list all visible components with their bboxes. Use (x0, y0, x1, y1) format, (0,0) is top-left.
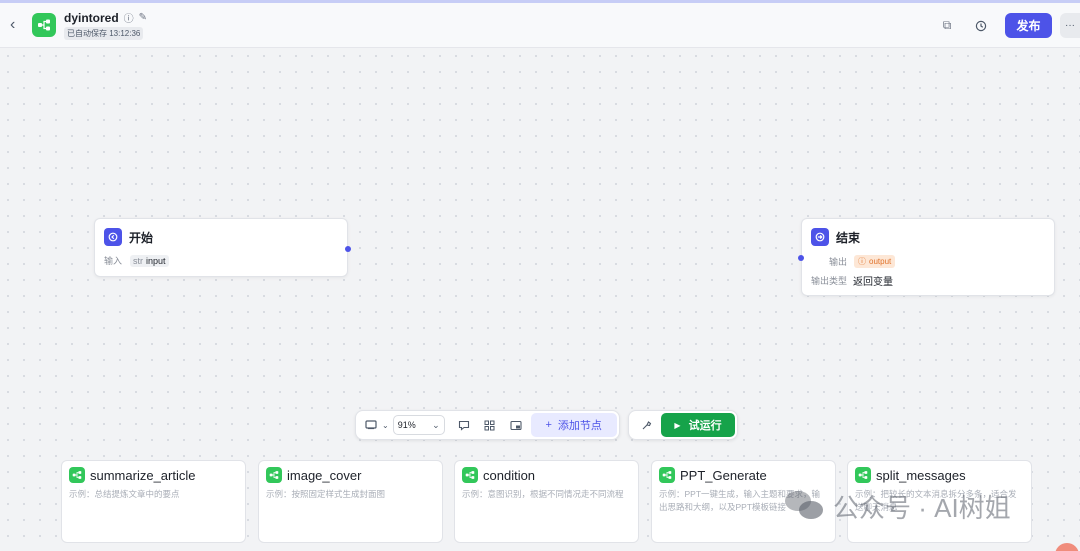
workflow-icon (659, 467, 675, 483)
more-button[interactable]: ··· (1060, 13, 1080, 38)
start-output-port[interactable] (345, 246, 351, 252)
add-node-label: 添加节点 (557, 420, 602, 432)
start-icon (104, 228, 122, 246)
header-actions: ⧉ 发布 ··· (937, 3, 1080, 48)
template-card-desc: 示例：总结提炼文章中的要点 (69, 489, 180, 499)
workflow-icon (462, 467, 478, 483)
app-name: dyintored (64, 10, 119, 25)
start-input-name: input (146, 255, 166, 266)
start-node[interactable]: 开始 输入 str input (94, 218, 351, 277)
copy-icon[interactable]: ⧉ (937, 16, 957, 36)
template-card-title: split_messages (876, 467, 966, 483)
template-card-title: condition (483, 467, 536, 483)
debug-icon[interactable] (637, 416, 655, 434)
workflow-icon (266, 467, 282, 483)
end-output-type-label: 输出类型 (811, 276, 848, 286)
test-run-button[interactable]: ▶ 试运行 (661, 413, 735, 437)
start-input-pill: str input (130, 254, 169, 267)
run-toolbar: ▶ 试运行 (628, 410, 738, 440)
chevron-down-icon: ⌄ (432, 419, 440, 430)
publish-button[interactable]: 发布 (1005, 13, 1052, 38)
end-output-pill: ⓘ output (854, 255, 896, 268)
watermark: 公众号 · AI树姐 (785, 488, 1011, 525)
template-card[interactable]: image_cover 示例：按照固定样式生成封面图 (258, 460, 443, 543)
header-bar: ‹ dyintored ⓘ ✎ 已自动保存 13:12:36 ⧉ 发布 ··· (0, 3, 1080, 48)
warning-icon: ⓘ (858, 257, 867, 266)
template-card[interactable]: condition 示例：意图识别，根据不同情况走不同流程 (454, 460, 639, 543)
canvas-mode-select[interactable]: ⌄ (362, 416, 389, 434)
layout-icon[interactable] (481, 416, 499, 434)
play-icon: ▶ (674, 420, 681, 430)
template-card[interactable]: summarize_article 示例：总结提炼文章中的要点 (61, 460, 246, 543)
plus-icon: + (545, 419, 552, 431)
edit-icon[interactable]: ✎ (139, 12, 147, 23)
template-card-title: image_cover (287, 467, 362, 483)
template-card-desc: 示例：意图识别，根据不同情况走不同流程 (462, 489, 624, 499)
workflow-icon (855, 467, 871, 483)
chevron-left-icon[interactable]: ‹ (10, 17, 24, 33)
history-icon[interactable] (971, 16, 991, 36)
start-input-label: 输入 (104, 256, 123, 266)
minimap-icon[interactable] (507, 416, 525, 434)
template-card-title: summarize_article (90, 467, 196, 483)
start-input-type: str (133, 255, 144, 266)
template-card-desc: 示例：按照固定样式生成封面图 (266, 489, 386, 499)
test-run-label: 试运行 (688, 420, 722, 432)
monitor-icon (362, 416, 380, 434)
zoom-value: 91% (397, 420, 416, 430)
end-output-name: output (869, 257, 892, 266)
add-node-button[interactable]: + 添加节点 (530, 413, 617, 437)
chevron-down-icon: ⌄ (382, 420, 389, 430)
zoom-select[interactable]: 91% ⌄ (392, 415, 445, 435)
end-node[interactable]: 结束 输出 ⓘ output 输出类型 返回变量 (798, 218, 1055, 296)
start-node-title: 开始 (129, 230, 154, 245)
end-output-label: 输出 (829, 257, 848, 267)
watermark-text: 公众号 · AI树姐 (833, 493, 1011, 523)
save-status: 已自动保存 13:12:36 (64, 27, 144, 40)
template-card-title: PPT_Generate (680, 467, 767, 483)
workflow-icon (32, 13, 56, 37)
end-icon (811, 228, 829, 246)
wechat-icon (785, 490, 825, 523)
end-node-title: 结束 (836, 230, 861, 245)
title-block: dyintored ⓘ ✎ 已自动保存 13:12:36 (64, 10, 147, 40)
canvas-toolbar: ⌄ 91% ⌄ + 添加节点 (355, 410, 620, 440)
comment-icon[interactable] (455, 416, 473, 434)
end-input-port[interactable] (798, 255, 804, 261)
workflow-icon (69, 467, 85, 483)
info-icon[interactable]: ⓘ (124, 10, 134, 25)
end-output-type-value[interactable]: 返回变量 (853, 273, 893, 288)
floating-avatar[interactable] (1055, 543, 1079, 551)
